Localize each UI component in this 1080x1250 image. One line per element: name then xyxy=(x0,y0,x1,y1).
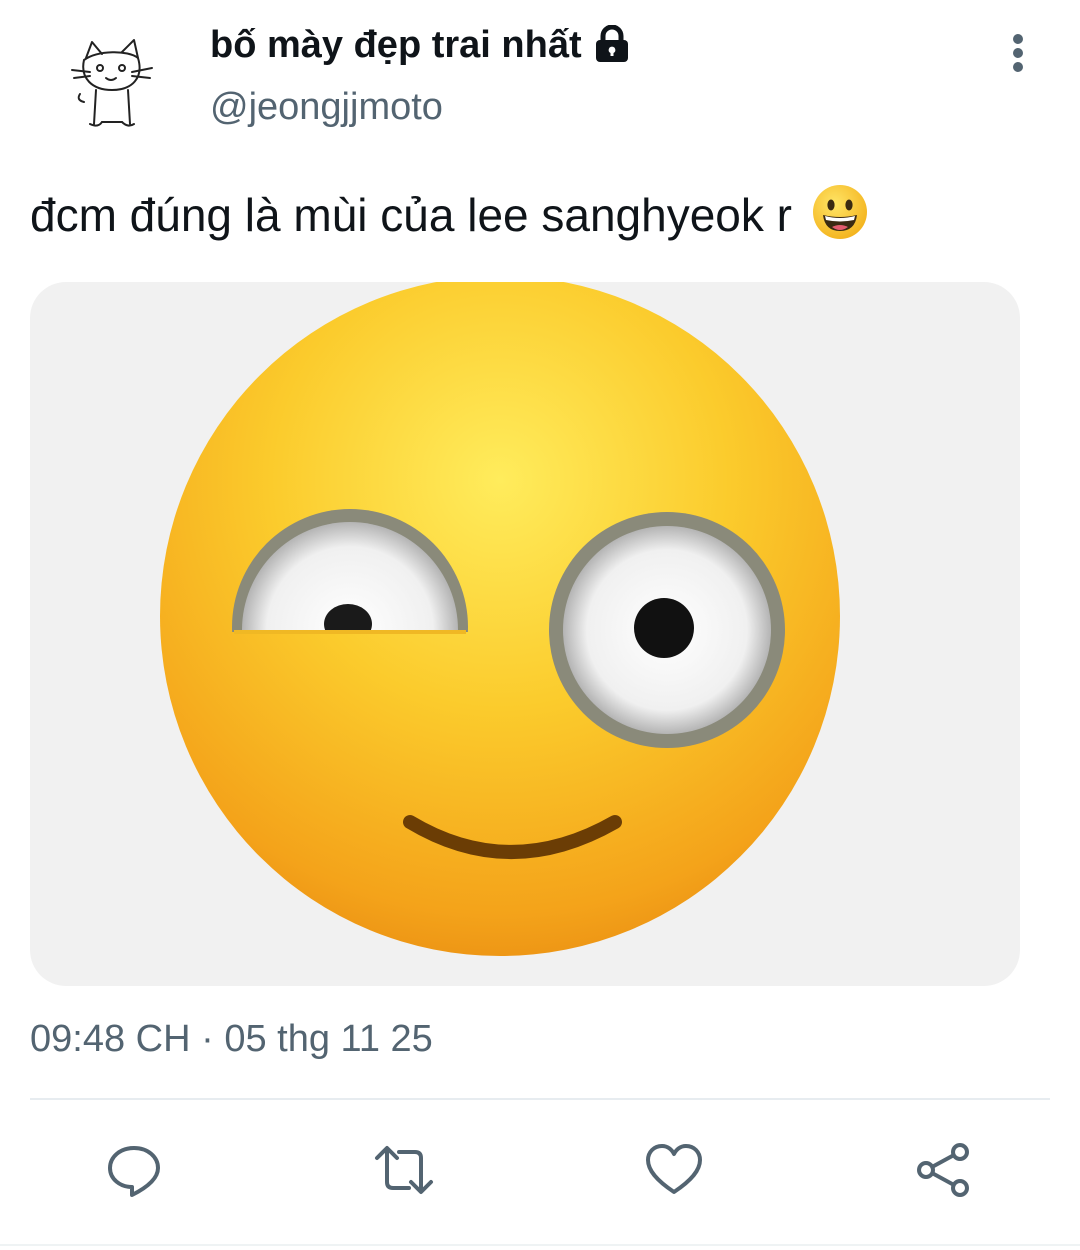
author-handle[interactable]: @jeongjjmoto xyxy=(210,86,443,129)
heart-icon xyxy=(646,1144,702,1194)
tweet-date: 05 thg 11 25 xyxy=(224,1018,433,1060)
lock-icon xyxy=(592,24,632,65)
author-name-row[interactable]: bố mày đẹp trai nhất xyxy=(210,20,632,70)
display-name[interactable]: bố mày đẹp trai nhất xyxy=(210,24,582,67)
tweet-actions-bar xyxy=(0,1130,1080,1210)
cat-sketch-avatar-icon xyxy=(71,39,153,127)
tweet-media-image[interactable] xyxy=(30,282,1020,986)
timestamp-separator: · xyxy=(201,1018,214,1060)
retweet-button[interactable] xyxy=(364,1130,444,1210)
reply-button[interactable] xyxy=(94,1130,174,1210)
reply-icon xyxy=(108,1146,160,1197)
like-button[interactable] xyxy=(634,1130,714,1210)
tweet-text-container: đcm đúng là mùi của lee sanghyeok r xyxy=(30,182,1040,248)
retweet-icon xyxy=(375,1146,433,1194)
vertical-dots-icon xyxy=(1013,34,1023,72)
divider xyxy=(30,1098,1050,1100)
tweet-text: đcm đúng là mùi của lee sanghyeok r xyxy=(30,189,792,241)
grinning-face-emoji-icon xyxy=(811,183,869,241)
bottom-divider xyxy=(0,1244,1080,1246)
more-options-button[interactable] xyxy=(996,28,1040,78)
tweet-time: 09:48 CH xyxy=(30,1018,191,1060)
tweet-timestamp[interactable]: 09:48 CH · 05 thg 11 25 xyxy=(30,1018,433,1061)
smirking-side-eye-emoji-icon xyxy=(160,282,840,956)
avatar[interactable] xyxy=(58,28,166,136)
share-button[interactable] xyxy=(904,1130,984,1210)
share-icon xyxy=(917,1143,969,1197)
